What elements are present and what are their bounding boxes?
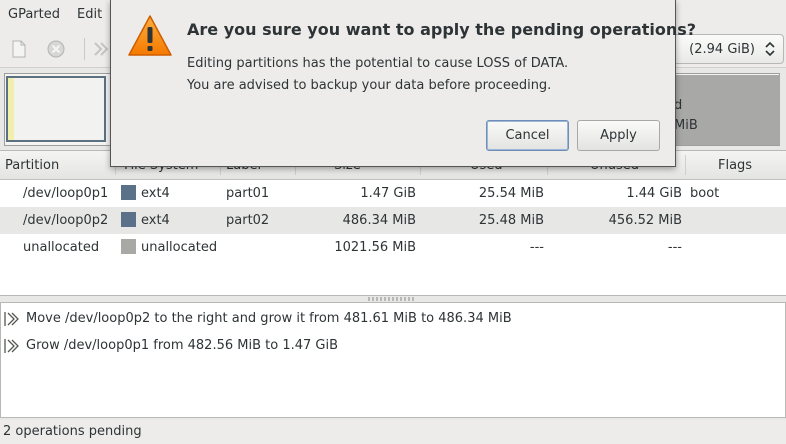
operation-text: Move /dev/loop0p2 to the right and grow …: [26, 311, 512, 326]
filesystem-color-swatch: [121, 212, 136, 227]
operation-icon: [4, 312, 19, 326]
cell-filesystem: ext4: [141, 213, 170, 228]
cell-flags: boot: [690, 186, 720, 201]
table-row[interactable]: unallocated unallocated 1021.56 MiB --- …: [0, 234, 786, 261]
cell-filesystem: unallocated: [141, 240, 218, 255]
dialog-message-line-2: You are advised to backup your data befo…: [187, 78, 552, 93]
cell-filesystem: ext4: [141, 186, 170, 201]
operation-text: Grow /dev/loop0p1 from 482.56 MiB to 1.4…: [26, 338, 338, 353]
column-separator: [685, 155, 686, 175]
toolbar-separator: [84, 38, 85, 60]
partition-block-loop0p1[interactable]: [6, 76, 106, 142]
cell-size: 1.47 GiB: [360, 186, 416, 201]
confirm-apply-dialog: Are you sure you want to apply the pendi…: [110, 0, 696, 167]
dialog-title: Are you sure you want to apply the pendi…: [187, 20, 697, 39]
cancel-button[interactable]: Cancel: [486, 120, 569, 151]
cell-size: 486.34 MiB: [342, 213, 416, 228]
cell-label: part01: [226, 186, 270, 201]
device-selector-label: (2.94 GiB): [689, 42, 755, 57]
filesystem-color-swatch: [121, 239, 136, 254]
pane-resize-handle[interactable]: [368, 297, 416, 301]
pending-operations-list: Move /dev/loop0p2 to the right and grow …: [0, 302, 786, 418]
status-text: 2 operations pending: [3, 424, 142, 439]
cell-used: 25.54 MiB: [478, 186, 544, 201]
cell-partition: /dev/loop0p2: [23, 213, 109, 228]
apply-button[interactable]: Apply: [577, 120, 660, 151]
cell-used: ---: [529, 240, 544, 255]
menu-edit[interactable]: Edit: [77, 7, 102, 22]
cell-label: part02: [226, 213, 270, 228]
unallocated-block-text-2: MiB: [674, 118, 698, 133]
new-icon[interactable]: [8, 38, 30, 60]
unallocated-block[interactable]: d MiB: [674, 75, 780, 145]
used-space-bar: [8, 78, 14, 140]
column-header-partition[interactable]: Partition: [5, 158, 59, 173]
filesystem-color-swatch: [121, 185, 136, 200]
cell-unused: ---: [667, 240, 682, 255]
table-row[interactable]: /dev/loop0p2 ext4 part02 486.34 MiB 25.4…: [0, 207, 786, 234]
statusbar: 2 operations pending: [0, 420, 786, 444]
table-row[interactable]: /dev/loop0p1 ext4 part01 1.47 GiB 25.54 …: [0, 180, 786, 207]
column-header-flags[interactable]: Flags: [718, 158, 752, 173]
warning-icon: [128, 15, 172, 56]
cell-partition: /dev/loop0p1: [23, 186, 109, 201]
cell-partition: unallocated: [23, 240, 100, 255]
chevron-updown-icon: [765, 41, 775, 57]
cell-used: 25.48 MiB: [478, 213, 544, 228]
partition-table: Partition File System Label Size Used Un…: [0, 150, 786, 296]
dialog-message-line-1: Editing partitions has the potential to …: [187, 56, 569, 71]
operation-icon: [4, 339, 19, 353]
menu-gparted[interactable]: GParted: [8, 7, 60, 22]
cell-unused: 456.52 MiB: [608, 213, 682, 228]
cell-unused: 1.44 GiB: [626, 186, 682, 201]
delete-icon[interactable]: [45, 38, 67, 60]
cell-size: 1021.56 MiB: [334, 240, 416, 255]
